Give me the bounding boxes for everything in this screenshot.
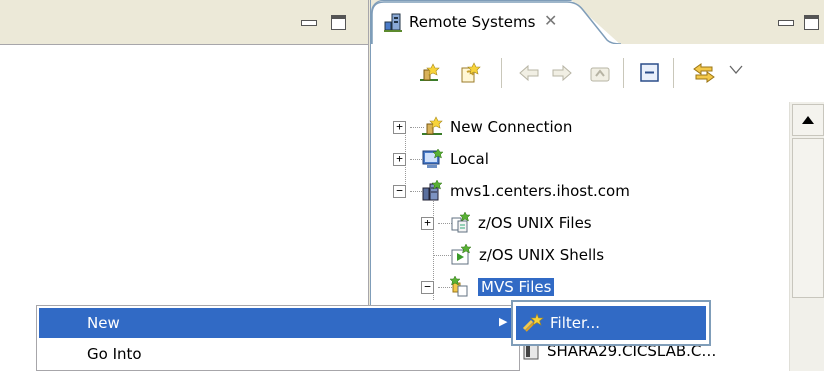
tree-item-label: New Connection: [450, 118, 573, 136]
filter-icon: [522, 313, 544, 333]
view-menu-icon[interactable]: [728, 62, 744, 80]
expand-icon[interactable]: +: [421, 216, 434, 230]
collapse-all-icon[interactable]: [637, 60, 663, 86]
left-view-title-bar: [0, 0, 368, 45]
maximize-icon[interactable]: [331, 15, 346, 30]
mvs-files-icon: [448, 275, 472, 299]
new-connection-icon: [420, 115, 444, 139]
submenu-new: Filter...: [511, 300, 711, 346]
host-server-icon: [420, 179, 444, 203]
toolbar-separator: [623, 58, 624, 88]
menu-item-label: Filter...: [550, 314, 601, 332]
unix-shells-icon: [449, 243, 473, 267]
menu-item-new[interactable]: New ▶: [39, 308, 517, 338]
link-with-editor-icon[interactable]: [691, 60, 717, 86]
context-menu: New ▶ Go Into: [36, 305, 520, 371]
toolbar-separator: [501, 58, 502, 88]
view-toolbar: [371, 44, 824, 102]
minimize-icon[interactable]: [301, 20, 317, 26]
tree-item-unix-shells[interactable]: z/OS UNIX Shells: [449, 239, 604, 271]
tree-item-label: Local: [450, 150, 489, 168]
submenu-arrow-icon: ▶: [499, 315, 508, 328]
remote-systems-title-bar: Remote Systems ✕: [371, 0, 824, 45]
expand-icon[interactable]: +: [393, 120, 406, 134]
link-editor-icon[interactable]: [457, 60, 483, 86]
menu-item-label: Go Into: [87, 345, 142, 363]
expand-icon[interactable]: +: [393, 152, 406, 166]
tree-item-label: z/OS UNIX Shells: [479, 246, 605, 264]
close-tab-icon[interactable]: ✕: [544, 11, 557, 30]
tree-item-mvs-files[interactable]: − MVS Files: [421, 271, 555, 303]
tree-item-unix-files[interactable]: + z/OS UNIX Files: [421, 207, 592, 239]
menu-item-label: New: [87, 314, 120, 332]
collapse-icon[interactable]: −: [393, 184, 406, 198]
tree-item-new-connection[interactable]: + New Connection: [393, 111, 572, 143]
arrow-up-icon: [802, 116, 814, 124]
menu-item-filter[interactable]: Filter...: [516, 306, 706, 340]
local-computer-icon: [420, 147, 444, 171]
tab-title: Remote Systems: [409, 13, 536, 31]
menu-item-go-into[interactable]: Go Into: [39, 339, 517, 369]
minimize-icon[interactable]: [778, 20, 794, 26]
toolbar-separator: [673, 58, 674, 88]
unix-files-icon: [448, 211, 472, 235]
tree-item-local[interactable]: + Local: [393, 143, 489, 175]
forward-icon[interactable]: [549, 60, 575, 86]
tree-item-label: z/OS UNIX Files: [478, 214, 592, 232]
collapse-icon[interactable]: −: [421, 280, 434, 294]
tree-item-mvs1-host[interactable]: − mvs1.centers.ihost.com: [393, 175, 630, 207]
vertical-scrollbar[interactable]: [789, 102, 824, 371]
up-level-icon[interactable]: [587, 60, 613, 86]
scroll-thumb[interactable]: [792, 138, 824, 298]
define-connection-icon[interactable]: [416, 60, 442, 86]
scroll-up-button[interactable]: [792, 104, 824, 136]
tree-item-label: mvs1.centers.ihost.com: [450, 182, 630, 200]
back-icon[interactable]: [516, 60, 542, 86]
tree-item-label-selected: MVS Files: [478, 278, 555, 296]
maximize-icon[interactable]: [804, 15, 819, 30]
remote-systems-icon: [383, 12, 403, 36]
